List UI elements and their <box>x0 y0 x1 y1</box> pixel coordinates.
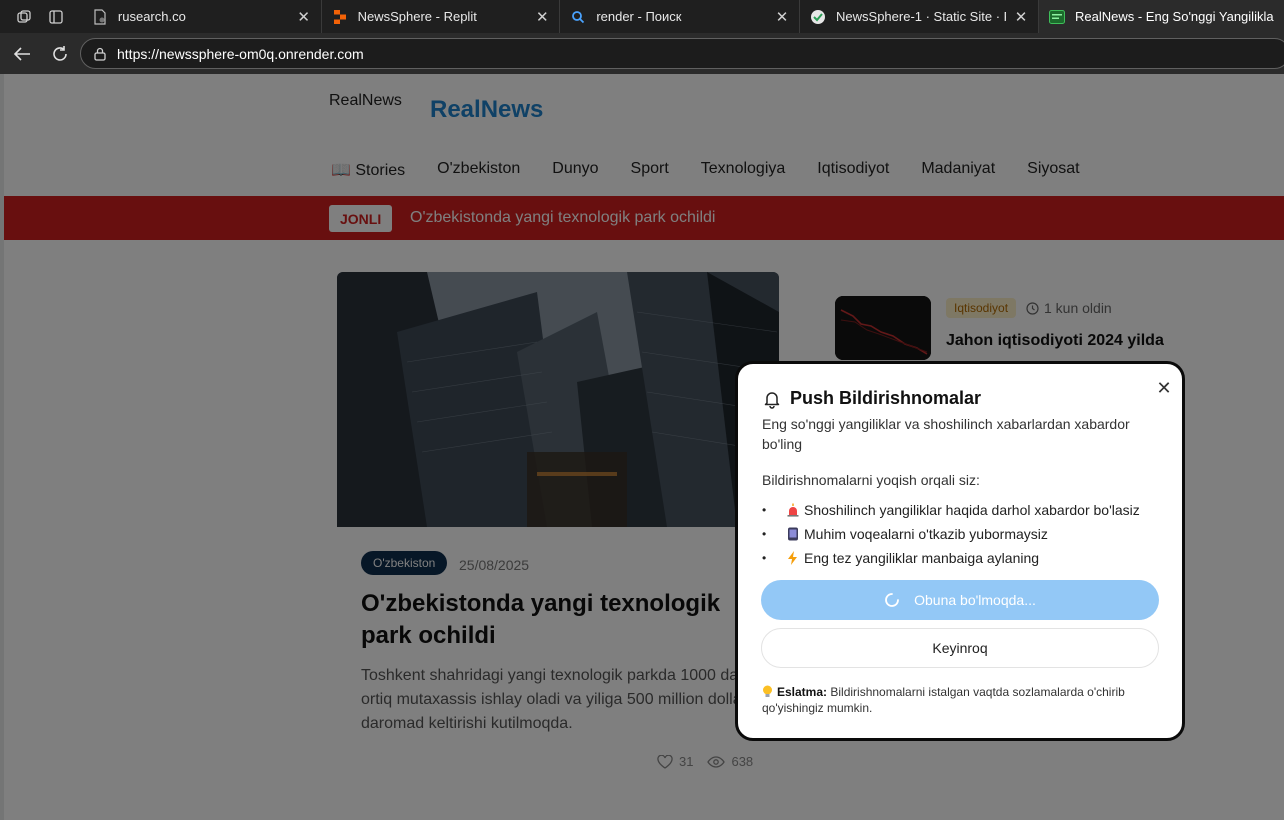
note-label: Eslatma: <box>777 685 828 699</box>
browser-tab[interactable]: NewsSphere - Replit ✕ <box>322 0 561 33</box>
workspaces-icon[interactable] <box>8 0 40 33</box>
benefit-text: Shoshilinch yangiliklar haqida darhol xa… <box>804 502 1140 518</box>
push-notification-modal: ✕ Push Bildirishnomalar Eng so'nggi yang… <box>735 361 1185 741</box>
close-tab-icon[interactable]: ✕ <box>1014 8 1028 26</box>
search-icon <box>570 9 586 25</box>
subscribe-label: Obuna bo'lmoqda... <box>914 592 1036 608</box>
benefit-item: • Eng tez yangiliklar manbaiga aylaning <box>762 550 1040 566</box>
realnews-icon <box>1049 9 1066 25</box>
modal-title: Push Bildirishnomalar <box>790 388 982 408</box>
close-tab-icon[interactable]: ✕ <box>297 8 311 26</box>
address-bar[interactable]: https://newssphere-om0q.onrender.com <box>80 38 1284 69</box>
siren-icon <box>782 502 804 518</box>
close-tab-icon[interactable]: ✕ <box>535 8 549 26</box>
modal-lead: Bildirishnomalarni yoqish orqali siz: <box>762 472 980 488</box>
browser-tab[interactable]: rusearch.co ✕ <box>82 0 322 33</box>
benefits-list: • Shoshilinch yangiliklar haqida darhol … <box>762 498 1140 570</box>
later-button[interactable]: Keyinroq <box>761 628 1159 668</box>
benefit-item: • Muhim voqealarni o'tkazib yubormaysiz <box>762 526 1048 542</box>
spinner-icon <box>884 592 900 608</box>
tab-title: NewsSphere-1 · Static Site · Render <box>836 9 1006 24</box>
file-icon <box>92 8 108 25</box>
browser-tab[interactable]: render - Поиск ✕ <box>560 0 801 33</box>
render-icon <box>810 9 826 25</box>
bell-icon <box>762 389 782 409</box>
browser-tab-active[interactable]: RealNews - Eng So'nggi Yangiliklar <box>1039 0 1284 33</box>
tab-actions-icon[interactable] <box>40 0 72 33</box>
benefit-text: Muhim voqealarni o'tkazib yubormaysiz <box>804 526 1048 542</box>
browser-tab-bar: rusearch.co ✕ NewsSphere - Replit ✕ rend… <box>0 0 1284 33</box>
browser-tab[interactable]: NewsSphere-1 · Static Site · Render ✕ <box>800 0 1040 33</box>
tab-title: RealNews - Eng So'nggi Yangiliklar <box>1075 9 1275 24</box>
tab-title: NewsSphere - Replit <box>357 9 477 24</box>
close-tab-icon[interactable]: ✕ <box>775 8 789 26</box>
url-text[interactable]: https://newssphere-om0q.onrender.com <box>117 46 364 62</box>
modal-header: Push Bildirishnomalar <box>762 388 981 409</box>
back-arrow-icon[interactable] <box>4 33 40 74</box>
lock-icon[interactable] <box>93 47 107 61</box>
subscribe-button[interactable]: Obuna bo'lmoqda... <box>761 580 1159 620</box>
browser-toolbar: https://newssphere-om0q.onrender.com <box>0 33 1284 74</box>
close-icon[interactable]: ✕ <box>1154 378 1174 398</box>
tab-title: render - Поиск <box>596 9 682 24</box>
lightning-icon <box>782 550 804 566</box>
replit-icon <box>332 9 348 25</box>
benefit-text: Eng tez yangiliklar manbaiga aylaning <box>804 550 1040 566</box>
phone-icon <box>782 526 804 542</box>
modal-subtitle: Eng so'nggi yangiliklar va shoshilinch x… <box>762 416 1130 452</box>
benefit-item: • Shoshilinch yangiliklar haqida darhol … <box>762 502 1140 518</box>
reload-icon[interactable] <box>42 33 78 74</box>
modal-note: Eslatma: Bildirishnomalarni istalgan vaq… <box>762 684 1162 716</box>
lightbulb-icon <box>762 685 773 698</box>
tab-title: rusearch.co <box>117 9 186 24</box>
